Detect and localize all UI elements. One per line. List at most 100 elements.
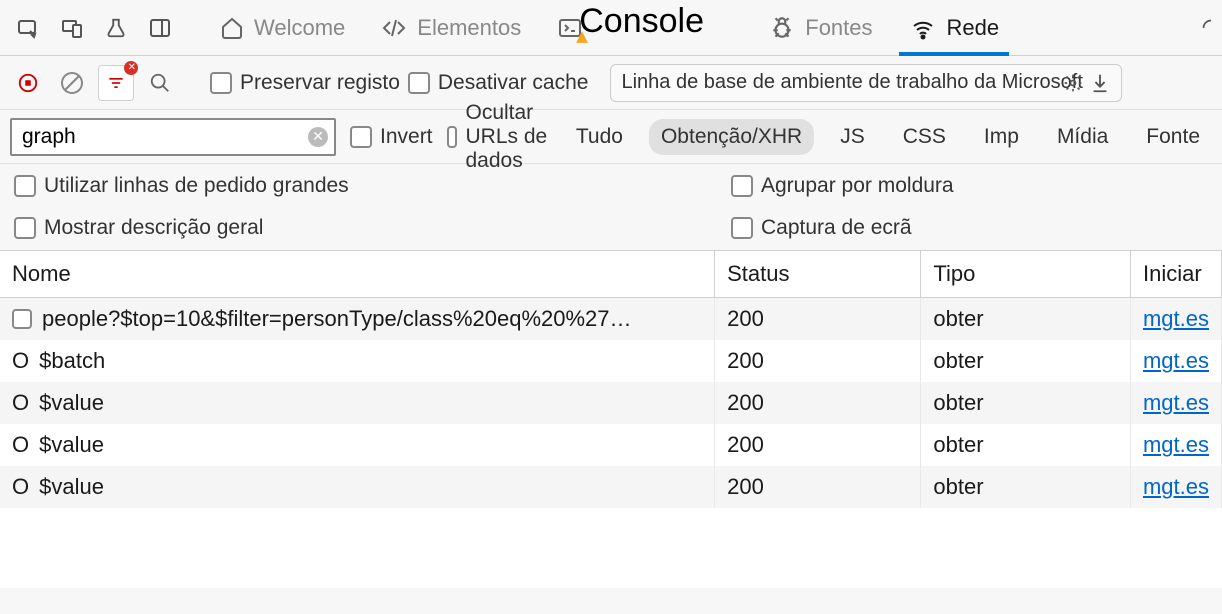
request-type: obter: [921, 298, 1131, 341]
request-status: 200: [715, 382, 921, 424]
checkbox-icon: [14, 175, 36, 197]
dock-side-icon[interactable]: [138, 6, 182, 50]
wifi-icon: [909, 16, 937, 40]
checkbox-text: Mostrar descrição geral: [44, 216, 263, 240]
tab-welcome[interactable]: Welcome: [202, 0, 363, 56]
tab-label: Welcome: [254, 15, 345, 41]
filter-type-js[interactable]: JS: [828, 119, 877, 155]
tab-elements[interactable]: Elementos: [363, 0, 539, 56]
request-name: people?$top=10&$filter=personType/class%…: [42, 306, 632, 332]
row-circle-icon: O: [12, 434, 29, 456]
experiments-icon[interactable]: [94, 6, 138, 50]
group-by-frame-checkbox[interactable]: Agrupar por moldura: [731, 174, 1208, 198]
show-overview-checkbox[interactable]: Mostrar descrição geral: [14, 216, 491, 240]
console-text: Console: [579, 2, 704, 41]
col-header-status[interactable]: Status: [715, 251, 921, 298]
col-header-initiator[interactable]: Iniciar: [1130, 251, 1221, 298]
checkbox-icon: [731, 175, 753, 197]
request-status: 200: [715, 340, 921, 382]
filter-toggle-button[interactable]: ✕: [98, 65, 134, 101]
checkbox-text: Utilizar linhas de pedido grandes: [44, 174, 349, 198]
filter-type-media[interactable]: Mídia: [1045, 119, 1120, 155]
more-tabs-icon[interactable]: [1200, 6, 1222, 50]
filter-input[interactable]: [10, 118, 336, 156]
tab-label: Fontes: [805, 15, 872, 41]
devtools-main-tabs: Welcome Elementos Console Fontes Rede: [0, 0, 1222, 56]
inspect-icon[interactable]: [6, 6, 50, 50]
request-initiator-link[interactable]: mgt.es: [1143, 390, 1209, 415]
filter-bar: ✕ Invert Ocultar URLs de dados Tudo Obte…: [0, 110, 1222, 164]
table-row[interactable]: O $value 200obter mgt.es: [0, 382, 1222, 424]
col-header-name[interactable]: Nome: [0, 251, 715, 298]
device-toggle-icon[interactable]: [50, 6, 94, 50]
col-header-type[interactable]: Tipo: [921, 251, 1131, 298]
table-row[interactable]: O $batch 200obter mgt.es: [0, 340, 1222, 382]
request-initiator-link[interactable]: mgt.es: [1143, 348, 1209, 373]
checkbox-text: Desativar cache: [438, 71, 589, 95]
download-icon[interactable]: [1089, 72, 1111, 94]
search-button[interactable]: [142, 65, 178, 101]
request-name: $value: [39, 390, 104, 416]
request-name: $value: [39, 432, 104, 458]
table-row[interactable]: O $value 200obter mgt.es: [0, 424, 1222, 466]
checkbox-icon: [210, 72, 232, 94]
preserve-log-checkbox[interactable]: Preservar registo: [210, 71, 400, 95]
table-row[interactable]: O $value 200obter mgt.es: [0, 466, 1222, 508]
row-circle-icon: O: [12, 350, 29, 372]
checkbox-icon: [731, 217, 753, 239]
invert-checkbox[interactable]: Invert: [350, 125, 433, 149]
table-row[interactable]: people?$top=10&$filter=personType/class%…: [0, 298, 1222, 341]
table-header-row: Nome Status Tipo Iniciar: [0, 251, 1222, 298]
filter-type-fetch-xhr[interactable]: Obtenção/XHR: [649, 119, 814, 155]
tab-network[interactable]: Rede: [891, 0, 1018, 56]
request-initiator-link[interactable]: mgt.es: [1143, 474, 1209, 499]
checkbox-text: Agrupar por moldura: [761, 174, 954, 198]
request-initiator-link[interactable]: mgt.es: [1143, 306, 1209, 331]
tab-label: Rede: [947, 15, 1000, 41]
code-icon: [381, 16, 407, 40]
tab-label: Elementos: [417, 15, 521, 41]
tab-sources[interactable]: Fontes: [751, 0, 890, 56]
checkbox-icon: [447, 126, 458, 148]
screenshots-checkbox[interactable]: Captura de ecrã: [731, 216, 1208, 240]
request-status: 200: [715, 424, 921, 466]
bug-icon: [769, 15, 795, 41]
checkbox-text: Invert: [380, 125, 433, 149]
row-circle-icon: O: [12, 392, 29, 414]
checkbox-icon: [14, 217, 36, 239]
gear-icon: [1063, 73, 1083, 93]
large-rows-checkbox[interactable]: Utilizar linhas de pedido grandes: [14, 174, 491, 198]
request-status: 200: [715, 298, 921, 341]
throttling-select[interactable]: Linha de base de ambiente de trabalho da…: [610, 64, 1121, 102]
request-status: 200: [715, 466, 921, 508]
checkbox-icon: [408, 72, 430, 94]
request-type: obter: [921, 382, 1131, 424]
request-name: $value: [39, 474, 104, 500]
network-requests-table: Nome Status Tipo Iniciar people?$top=10&…: [0, 251, 1222, 588]
checkbox-text: Ocultar URLs de dados: [465, 101, 549, 173]
view-options: Utilizar linhas de pedido grandes Mostra…: [0, 164, 1222, 251]
filter-type-img[interactable]: Imp: [972, 119, 1031, 155]
request-initiator-link[interactable]: mgt.es: [1143, 432, 1209, 457]
request-type: obter: [921, 424, 1131, 466]
row-circle-icon: O: [12, 476, 29, 498]
clear-button[interactable]: [54, 65, 90, 101]
filter-type-font[interactable]: Fonte: [1134, 119, 1212, 155]
throttling-label: Linha de base de ambiente de trabalho da…: [621, 71, 1082, 94]
network-toolbar: ✕ Preservar registo Desativar cache Linh…: [0, 56, 1222, 110]
hide-data-urls-checkbox[interactable]: Ocultar URLs de dados: [447, 101, 550, 173]
clear-filter-icon[interactable]: ✕: [308, 127, 328, 147]
request-type: obter: [921, 466, 1131, 508]
filter-type-all[interactable]: Tudo: [564, 119, 635, 155]
disable-cache-checkbox[interactable]: Desativar cache: [408, 71, 589, 95]
row-checkbox-icon[interactable]: [12, 309, 32, 329]
request-type: obter: [921, 340, 1131, 382]
checkbox-icon: [350, 126, 372, 148]
checkbox-text: Captura de ecrã: [761, 216, 912, 240]
checkbox-text: Preservar registo: [240, 71, 400, 95]
home-icon: [220, 16, 244, 40]
request-name: $batch: [39, 348, 105, 374]
filter-type-css[interactable]: CSS: [891, 119, 958, 155]
record-button[interactable]: [10, 65, 46, 101]
tab-console[interactable]: Console: [539, 0, 601, 56]
